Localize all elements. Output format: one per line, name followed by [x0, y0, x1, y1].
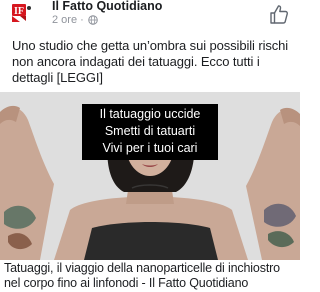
meta-separator: ·: [80, 14, 84, 26]
overlay-line-1: Il tatuaggio uccide: [99, 107, 201, 121]
facebook-post: IF Il Fatto Quotidiano 2 ore · Uno studi…: [0, 0, 300, 292]
link-title[interactable]: Tatuaggi, il viaggio della nanoparticell…: [4, 261, 298, 291]
post-time[interactable]: 2 ore: [52, 14, 77, 26]
post-header: IF Il Fatto Quotidiano 2 ore ·: [0, 0, 300, 34]
il-fatto-quotidiano-logo-icon: IF: [0, 0, 36, 30]
thumbs-up-icon[interactable]: [268, 3, 290, 25]
page-avatar[interactable]: IF: [0, 0, 36, 30]
globe-icon: [87, 15, 98, 25]
post-meta: 2 ore ·: [52, 14, 98, 26]
svg-text:IF: IF: [14, 6, 24, 17]
page-name[interactable]: Il Fatto Quotidiano: [52, 0, 162, 13]
post-caption: Uno studio che getta un’ombra sui possib…: [12, 38, 289, 85]
overlay-line-3: Vivi per i tuoi cari: [102, 141, 198, 155]
image-text-overlay: Il tatuaggio uccide Smetti di tatuarti V…: [82, 104, 218, 160]
overlay-line-2: Smetti di tatuarti: [104, 124, 196, 138]
